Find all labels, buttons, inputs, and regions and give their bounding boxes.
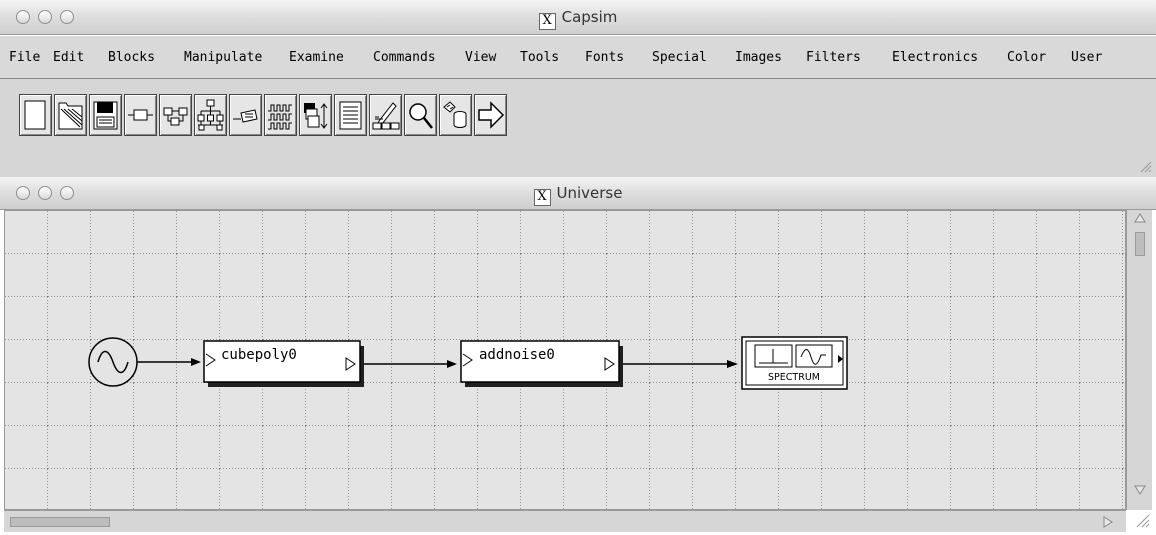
waveform-icon bbox=[268, 104, 292, 130]
menu-commands[interactable]: Commands bbox=[373, 50, 436, 65]
menu-color[interactable]: Color bbox=[1007, 50, 1046, 65]
search-icon bbox=[409, 103, 433, 129]
search-button[interactable] bbox=[404, 94, 437, 136]
cubepoly0-label: cubepoly0 bbox=[221, 347, 297, 363]
toolbar bbox=[19, 94, 507, 138]
universe-canvas[interactable]: cubepoly0 addnoise0 SPECTRUM bbox=[4, 210, 1126, 510]
run-button[interactable] bbox=[474, 94, 507, 136]
new-file-button[interactable] bbox=[19, 94, 52, 136]
hierarchy-button[interactable] bbox=[194, 94, 227, 136]
universe-title-text: Universe bbox=[556, 184, 623, 202]
open-file-button[interactable] bbox=[54, 94, 87, 136]
spectrum-block[interactable]: SPECTRUM bbox=[741, 336, 848, 390]
vertical-scroll-thumb[interactable] bbox=[1135, 232, 1145, 256]
parameter-icon bbox=[233, 109, 258, 123]
parameter-button[interactable] bbox=[229, 94, 262, 136]
connect-blocks-button[interactable] bbox=[159, 94, 192, 136]
spectrum-label: SPECTRUM bbox=[768, 372, 820, 383]
connect-blocks-icon bbox=[163, 107, 188, 126]
menu-view[interactable]: View bbox=[465, 50, 496, 65]
waveform-button[interactable] bbox=[264, 94, 297, 136]
scroll-down-arrow-icon[interactable] bbox=[1134, 484, 1146, 496]
menu-bar: File Edit Blocks Manipulate Examine Comm… bbox=[0, 35, 1156, 79]
menu-filters[interactable]: Filters bbox=[806, 50, 861, 65]
resize-grip-icon[interactable] bbox=[1138, 159, 1152, 173]
addnoise0-block[interactable]: addnoise0 bbox=[460, 340, 623, 387]
text-list-icon bbox=[339, 101, 362, 130]
horizontal-scrollbar[interactable] bbox=[4, 510, 1126, 532]
menu-file[interactable]: File bbox=[9, 50, 40, 65]
menu-manipulate[interactable]: Manipulate bbox=[184, 50, 262, 65]
x11-logo-icon: X bbox=[533, 189, 551, 206]
edit-block-icon bbox=[372, 102, 400, 130]
database-icon bbox=[443, 101, 467, 128]
menu-edit[interactable]: Edit bbox=[53, 50, 84, 65]
horizontal-scroll-thumb[interactable] bbox=[10, 517, 110, 527]
menu-tools[interactable]: Tools bbox=[520, 50, 559, 65]
menu-electronics[interactable]: Electronics bbox=[892, 50, 978, 65]
edit-block-button[interactable] bbox=[369, 94, 402, 136]
arrange-icon bbox=[304, 103, 328, 129]
add-block-button[interactable] bbox=[124, 94, 157, 136]
universe-title-bar[interactable]: X Universe bbox=[0, 177, 1156, 210]
vertical-scrollbar[interactable] bbox=[1126, 210, 1152, 510]
capsim-window-title: X Capsim bbox=[0, 0, 1156, 34]
hierarchy-icon bbox=[197, 99, 224, 131]
save-file-button[interactable] bbox=[89, 94, 122, 136]
block-diagram: cubepoly0 addnoise0 SPECTRUM bbox=[5, 211, 1125, 509]
toolbar-area bbox=[0, 79, 1156, 177]
capsim-title-bar[interactable]: X Capsim bbox=[0, 0, 1156, 35]
scroll-up-arrow-icon[interactable] bbox=[1134, 212, 1146, 224]
run-icon bbox=[478, 101, 505, 129]
save-file-icon bbox=[93, 101, 118, 130]
capsim-title-text: Capsim bbox=[561, 8, 618, 26]
menu-user[interactable]: User bbox=[1071, 50, 1102, 65]
menu-examine[interactable]: Examine bbox=[289, 50, 344, 65]
cubepoly0-block[interactable]: cubepoly0 bbox=[203, 340, 364, 387]
text-list-button[interactable] bbox=[334, 94, 367, 136]
arrange-button[interactable] bbox=[299, 94, 332, 136]
menu-special[interactable]: Special bbox=[652, 50, 707, 65]
new-file-icon bbox=[24, 100, 46, 130]
menu-images[interactable]: Images bbox=[735, 50, 782, 65]
addnoise0-label: addnoise0 bbox=[479, 347, 555, 363]
universe-window-title: X Universe bbox=[0, 177, 1156, 209]
universe-resize-grip-icon[interactable] bbox=[1134, 512, 1150, 528]
menu-blocks[interactable]: Blocks bbox=[108, 50, 155, 65]
open-file-icon bbox=[58, 102, 83, 130]
add-block-icon bbox=[128, 109, 153, 121]
x11-logo-icon: X bbox=[538, 13, 556, 30]
database-button[interactable] bbox=[439, 94, 472, 136]
menu-fonts[interactable]: Fonts bbox=[585, 50, 624, 65]
sine-source-block[interactable] bbox=[88, 337, 138, 387]
scroll-right-arrow-icon[interactable] bbox=[1102, 516, 1114, 528]
